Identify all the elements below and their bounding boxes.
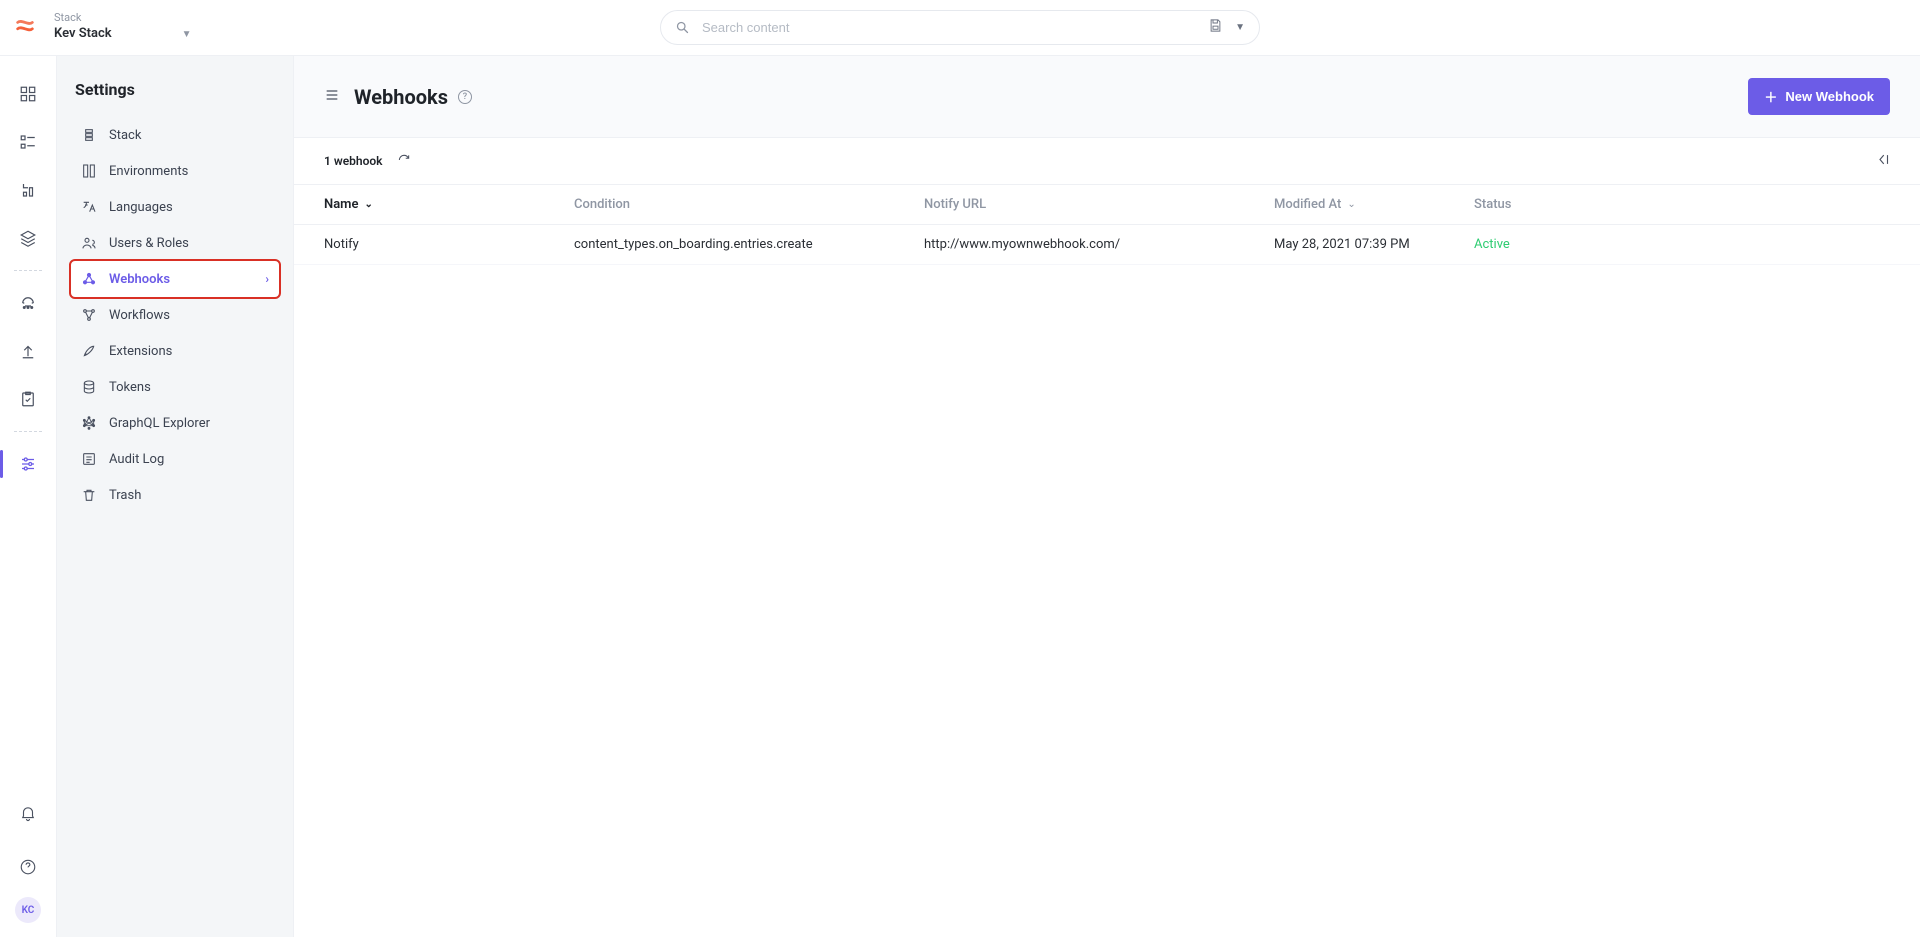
topbar: Stack Kev Stack ▼ ▼	[0, 0, 1920, 55]
sidebar-label: Workflows	[109, 308, 170, 323]
sidebar-label: Stack	[109, 128, 141, 143]
col-condition[interactable]: Condition	[574, 197, 924, 212]
search-container: ▼	[660, 10, 1260, 45]
workflows-icon	[81, 307, 97, 323]
table-subbar: 1 webhook	[294, 138, 1920, 185]
sort-icon: ⌄	[1347, 199, 1355, 210]
stack-picker-name: Kev Stack	[54, 26, 112, 43]
webhook-count: 1 webhook	[324, 154, 383, 168]
sidebar-label: Users & Roles	[109, 236, 189, 251]
webhooks-icon	[81, 271, 97, 287]
trash-icon	[81, 487, 97, 503]
cell-status: Active	[1474, 237, 1634, 252]
user-avatar[interactable]: KC	[15, 897, 41, 923]
sidebar-label: Extensions	[109, 344, 172, 359]
chevron-down-icon: ▼	[182, 28, 192, 41]
new-webhook-button[interactable]: ＋ New Webhook	[1748, 78, 1890, 115]
table-header: Name ⌄ Condition Notify URL Modified At …	[294, 185, 1920, 225]
rail-releases[interactable]	[0, 279, 57, 327]
stack-picker-label: Stack	[54, 11, 192, 25]
sidebar-item-environments[interactable]: Environments	[71, 153, 279, 189]
chevron-right-icon: ›	[265, 272, 269, 286]
sidebar-item-users-roles[interactable]: Users & Roles	[71, 225, 279, 261]
rail-settings[interactable]	[0, 440, 57, 488]
sidebar-label: Audit Log	[109, 452, 164, 467]
col-name[interactable]: Name ⌄	[324, 197, 574, 212]
page-title: Webhooks	[354, 85, 448, 109]
save-search-icon[interactable]	[1208, 18, 1223, 37]
sidebar-item-webhooks[interactable]: Webhooks ›	[71, 261, 279, 297]
sidebar-title: Settings	[75, 80, 275, 99]
sidebar-label: GraphQL Explorer	[109, 416, 210, 431]
new-webhook-label: New Webhook	[1785, 89, 1874, 104]
chevron-down-icon[interactable]: ▼	[1235, 22, 1245, 33]
col-modified-at[interactable]: Modified At ⌄	[1274, 197, 1474, 212]
rail-entries[interactable]	[0, 118, 57, 166]
sidebar-item-trash[interactable]: Trash	[71, 477, 279, 513]
audit-log-icon	[81, 451, 97, 467]
help-icon[interactable]: ?	[458, 90, 472, 104]
icon-rail: KC	[0, 56, 57, 937]
cell-condition: content_types.on_boarding.entries.create	[574, 237, 924, 252]
sidebar-label: Tokens	[109, 380, 151, 395]
webhooks-table: Name ⌄ Condition Notify URL Modified At …	[294, 185, 1920, 265]
environments-icon	[81, 163, 97, 179]
cell-name: Notify	[324, 237, 574, 252]
refresh-button[interactable]	[397, 153, 411, 170]
toggle-sidebar-button[interactable]	[324, 87, 340, 107]
sidebar-item-tokens[interactable]: Tokens	[71, 369, 279, 405]
sidebar-item-workflows[interactable]: Workflows	[71, 297, 279, 333]
rail-publish[interactable]	[0, 327, 57, 375]
rail-tasks[interactable]	[0, 375, 57, 423]
tokens-icon	[81, 379, 97, 395]
sidebar-item-extensions[interactable]: Extensions	[71, 333, 279, 369]
graphql-icon	[81, 415, 97, 431]
stack-icon	[81, 127, 97, 143]
table-row[interactable]: Notify content_types.on_boarding.entries…	[294, 225, 1920, 265]
sidebar-item-stack[interactable]: Stack	[71, 117, 279, 153]
main-layout: KC Settings Stack Environments Languages…	[0, 55, 1920, 937]
languages-icon	[81, 199, 97, 215]
collapse-panel-icon[interactable]	[1875, 152, 1890, 170]
app-logo	[14, 16, 36, 38]
sidebar-label: Environments	[109, 164, 188, 179]
cell-notify-url: http://www.myownwebhook.com/	[924, 237, 1274, 252]
rail-content-models[interactable]	[0, 166, 57, 214]
sidebar-item-graphql[interactable]: GraphQL Explorer	[71, 405, 279, 441]
sidebar-label: Trash	[109, 488, 141, 503]
sort-asc-icon: ⌄	[364, 199, 372, 210]
cell-modified-at: May 28, 2021 07:39 PM	[1274, 237, 1474, 252]
extensions-icon	[81, 343, 97, 359]
rail-help[interactable]	[0, 843, 57, 891]
sidebar-item-languages[interactable]: Languages	[71, 189, 279, 225]
rail-dashboard[interactable]	[0, 70, 57, 118]
search-icon	[675, 20, 690, 35]
col-status[interactable]: Status	[1474, 197, 1634, 212]
users-icon	[81, 235, 97, 251]
sidebar-label: Languages	[109, 200, 173, 215]
plus-icon: ＋	[1764, 87, 1777, 106]
page-header: Webhooks ? ＋ New Webhook	[294, 56, 1920, 138]
content-area: Webhooks ? ＋ New Webhook 1 webhook Name …	[294, 56, 1920, 937]
sidebar-item-audit-log[interactable]: Audit Log	[71, 441, 279, 477]
settings-sidebar: Settings Stack Environments Languages Us…	[57, 56, 294, 937]
rail-notifications[interactable]	[0, 789, 57, 837]
search-input[interactable]	[702, 20, 1196, 35]
col-notify-url[interactable]: Notify URL	[924, 197, 1274, 212]
stack-picker[interactable]: Stack Kev Stack ▼	[54, 11, 192, 42]
rail-assets[interactable]	[0, 214, 57, 262]
sidebar-label: Webhooks	[109, 272, 170, 287]
